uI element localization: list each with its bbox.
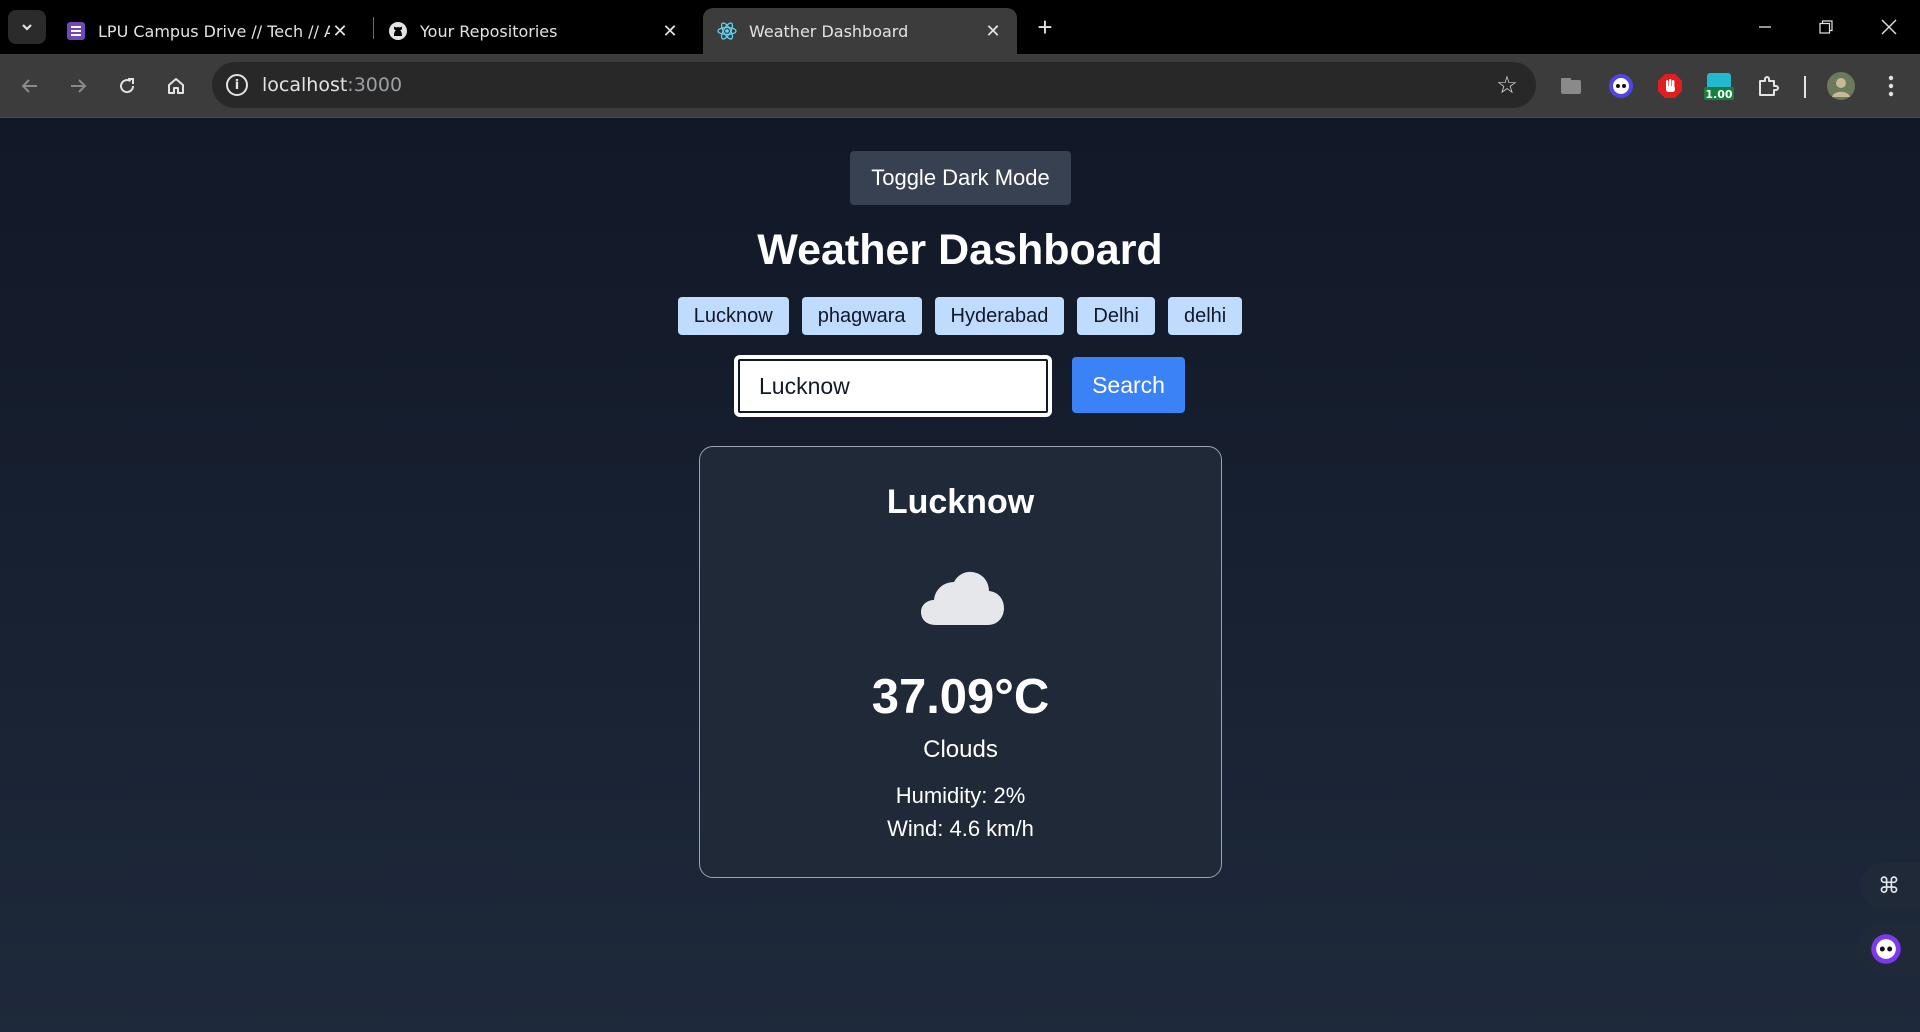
avatar (1827, 72, 1855, 100)
profile-button[interactable] (1824, 69, 1858, 103)
minimize-icon (1759, 26, 1771, 28)
city-chip[interactable]: Delhi (1077, 297, 1155, 335)
address-url: localhost:3000 (262, 74, 402, 96)
github-icon (388, 21, 408, 41)
address-bar[interactable]: i localhost:3000 ☆ (212, 62, 1536, 108)
chevron-down-icon (22, 24, 32, 31)
close-icon (1881, 19, 1897, 35)
page-title: Weather Dashboard (757, 226, 1163, 274)
tab-groups-icon (1561, 78, 1581, 94)
reload-icon (120, 78, 135, 94)
weather-condition: Clouds (923, 736, 998, 763)
tab-groups-extension[interactable] (1554, 69, 1588, 103)
browser-tab-repositories[interactable]: Your Repositories ✕ (374, 8, 694, 54)
city-search-input[interactable] (734, 355, 1052, 417)
back-button[interactable] (12, 68, 48, 104)
plus-icon: + (1037, 11, 1053, 42)
humidity: Humidity: 2% (895, 783, 1026, 808)
forward-button[interactable] (60, 68, 96, 104)
speed-badge: 1.00 (1705, 88, 1733, 101)
toolbar-divider (1804, 76, 1806, 98)
info-icon[interactable]: i (226, 74, 248, 96)
arrow-right-icon (71, 79, 87, 93)
url-host: localhost (262, 74, 348, 96)
extensions-button[interactable] (1751, 69, 1785, 103)
stop-hand-icon (1658, 74, 1682, 98)
adblock-extension[interactable] (1653, 69, 1687, 103)
close-icon[interactable]: ✕ (330, 21, 350, 42)
tab-search-button[interactable] (8, 10, 46, 44)
command-key-icon: ⌘ (1878, 873, 1900, 898)
more-vertical-icon (1888, 75, 1894, 97)
bot-face-icon (1609, 74, 1633, 98)
command-launcher[interactable]: ⌘ (1860, 863, 1920, 909)
home-button[interactable] (158, 68, 194, 104)
speed-extension[interactable]: 1.00 (1702, 69, 1736, 103)
search-button[interactable]: Search (1072, 357, 1185, 413)
city-chip[interactable]: Hyderabad (934, 297, 1065, 335)
puzzle-icon (1759, 76, 1779, 96)
toggle-dark-mode-button[interactable]: Toggle Dark Mode (850, 151, 1071, 205)
reload-button[interactable] (109, 68, 145, 104)
cloud-icon (921, 571, 1004, 625)
bookmark-star-icon[interactable]: ☆ (1494, 72, 1520, 99)
restore-button[interactable] (1803, 8, 1849, 46)
recent-cities: Lucknow phagwara Hyderabad Delhi delhi (0, 297, 1920, 335)
react-icon (717, 21, 737, 41)
close-icon[interactable]: ✕ (983, 21, 1003, 42)
browser-tab-weather-dashboard[interactable]: Weather Dashboard ✕ (703, 8, 1017, 54)
city-chip[interactable]: delhi (1167, 297, 1243, 335)
tab-title: LPU Campus Drive // Tech // As (98, 21, 330, 41)
arrow-left-icon (21, 79, 37, 93)
bot-face-icon (1871, 934, 1901, 964)
browser-toolbar: i localhost:3000 ☆ 1.00 (0, 54, 1920, 118)
city-chip[interactable]: phagwara (801, 297, 922, 335)
minimize-button[interactable] (1742, 8, 1788, 46)
weather-app: Toggle Dark Mode Weather Dashboard Luckn… (0, 118, 1920, 1032)
temperature: 37.09°C (871, 670, 1050, 724)
weather-card: Lucknow 37.09°C Clouds Humidity: 2% Wind… (699, 446, 1222, 878)
city-chip[interactable]: Lucknow (677, 297, 789, 335)
browser-menu-button[interactable] (1874, 69, 1908, 103)
forms-icon (66, 21, 86, 41)
new-tab-button[interactable]: + (1030, 12, 1060, 42)
close-icon[interactable]: ✕ (660, 21, 680, 42)
search-form: Search (734, 355, 1185, 417)
wind-speed: Wind: 4.6 km/h (887, 816, 1034, 841)
assistant-extension[interactable] (1604, 69, 1638, 103)
tab-title: Weather Dashboard (749, 21, 909, 41)
close-window-button[interactable] (1866, 8, 1912, 46)
restore-icon (1819, 20, 1833, 34)
tab-title: Your Repositories (420, 21, 558, 41)
browser-tab-lpu[interactable]: LPU Campus Drive // Tech // As ✕ (52, 8, 364, 54)
assistant-launcher[interactable] (1856, 924, 1920, 974)
weather-city: Lucknow (886, 483, 1035, 521)
browser-tab-bar: LPU Campus Drive // Tech // As ✕ Your Re… (0, 0, 1920, 54)
url-port: :3000 (347, 74, 403, 96)
home-icon (168, 78, 184, 94)
